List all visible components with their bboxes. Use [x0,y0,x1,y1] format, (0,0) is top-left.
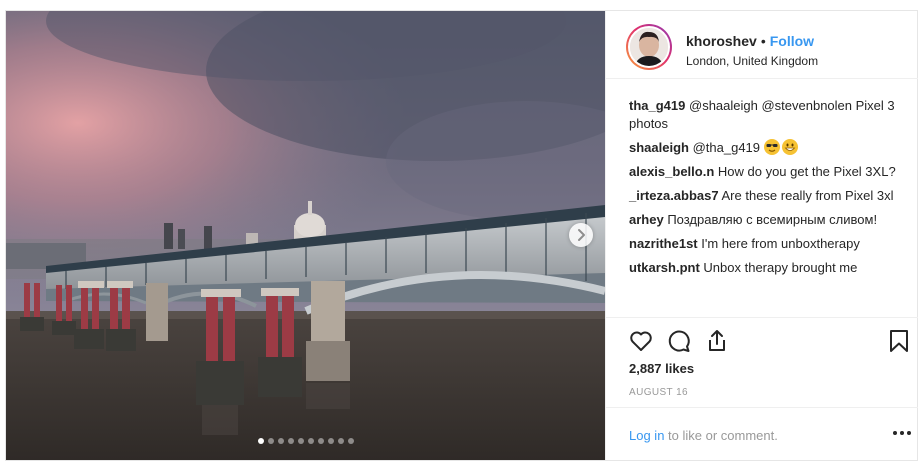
comment: arhey Поздравляю с всемирным сливом! [629,211,904,229]
next-photo-button[interactable] [569,223,593,247]
story-ring[interactable] [626,24,672,70]
carousel-dot [267,438,274,444]
username-link[interactable]: khoroshev [686,33,757,49]
comment-username[interactable]: alexis_bello.n [629,164,714,179]
avatar[interactable] [628,26,670,68]
comment: tha_g419 @shaaleigh @stevenbnolen Pixel … [629,97,904,133]
carousel-dot [347,438,354,444]
comment-username[interactable]: arhey [629,212,664,227]
smiling-face-with-sunglasses-icon [763,139,780,155]
carousel-dot [317,438,324,444]
carousel-dot [337,438,344,444]
carousel-dot [297,438,304,444]
chevron-right-icon [578,229,585,241]
like-count[interactable]: 2,887 likes [629,361,694,376]
heart-icon [630,331,652,351]
comment: _irteza.abbas7 Are these really from Pix… [629,187,904,205]
bridge-river-photo [6,11,605,460]
post-side-panel: khoroshev • Follow London, United Kingdom … [605,11,918,460]
comment-bubble-icon [668,330,690,352]
more-options-icon [893,431,911,435]
comment-text: How do you get the Pixel 3XL? [717,164,896,179]
comment-text: @tha_g419 [692,140,761,155]
carousel-dot [307,438,314,444]
comment-username[interactable]: _irteza.abbas7 [629,188,719,203]
post-date: AUGUST 16 [629,387,688,398]
comment-list: tha_g419 @shaaleigh @stevenbnolen Pixel … [629,97,904,283]
comment-text: Поздравляю с всемирным сливом! [667,212,878,227]
follow-button[interactable]: Follow [770,33,814,49]
comment-text: Are these really from Pixel 3xl [721,188,894,203]
carousel-dot [277,438,284,444]
share-button[interactable] [704,328,730,354]
action-bar [606,317,918,362]
more-options-button[interactable] [891,424,913,442]
carousel-dot [287,438,294,444]
carousel-dot [257,438,264,444]
share-icon [709,330,725,351]
separator-dot: • [760,33,766,49]
grinning-face-icon [781,139,798,155]
comment-username[interactable]: nazrithe1st [629,236,698,251]
carousel-dot [327,438,334,444]
comment-username[interactable]: shaaleigh [629,140,689,155]
bookmark-icon [890,330,908,352]
location-link[interactable]: London, United Kingdom [686,54,818,68]
comment: shaaleigh @tha_g419 [629,139,904,157]
comment-username[interactable]: utkarsh.pnt [629,260,700,275]
user-portrait-icon [630,28,668,66]
login-link[interactable]: Log in [629,428,664,443]
comment-text: Unbox therapy brought me [703,260,858,275]
comment-button[interactable] [666,328,692,354]
comment: alexis_bello.n How do you get the Pixel … [629,163,904,181]
header-user-line: khoroshev • Follow [686,33,814,49]
comment: utkarsh.pnt Unbox therapy brought me [629,259,904,277]
comments-section[interactable]: tha_g419 @shaaleigh @stevenbnolen Pixel … [606,79,918,317]
login-suffix: to like or comment. [668,428,778,443]
comment: nazrithe1st I'm here from unboxtherapy [629,235,904,253]
carousel-indicator [6,438,605,446]
comment-text: I'm here from unboxtherapy [701,236,860,251]
instagram-post: khoroshev • Follow London, United Kingdom … [5,10,918,461]
login-prompt: Log in to like or comment. [629,428,778,443]
post-photo[interactable] [6,11,605,460]
comment-footer: Log in to like or comment. [606,407,918,460]
save-button[interactable] [886,328,912,354]
post-header: khoroshev • Follow London, United Kingdom [606,11,918,79]
comment-username[interactable]: tha_g419 [629,98,685,113]
like-button[interactable] [628,328,654,354]
